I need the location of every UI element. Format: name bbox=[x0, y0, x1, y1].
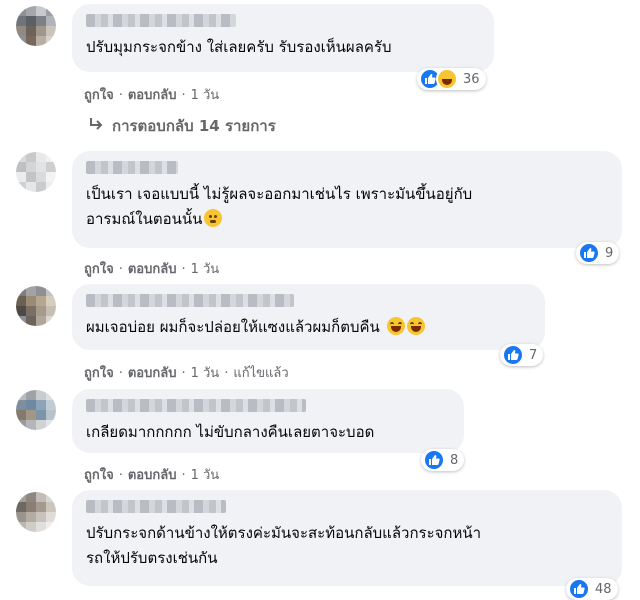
comment-bubble: ผมเจอบ่อย ผมก็จะปล่อยให้แซงแล้วผมก็ตบคืน bbox=[72, 284, 545, 350]
comment-bubble: เป็นเรา เจอแบบนี้ ไม่รู้ผลจะออกมาเช่นไร … bbox=[72, 151, 622, 248]
reaction-count: 8 bbox=[450, 452, 459, 468]
timestamp[interactable]: 1 วัน bbox=[191, 88, 220, 103]
comment-text: ผมเจอบ่อย ผมก็จะปล่อยให้แซงแล้วผมก็ตบคืน bbox=[86, 315, 533, 340]
comment-actions: ถูกใจ · ตอบกลับ · 1 วัน · แก้ไขแล้ว bbox=[84, 366, 289, 381]
reaction-summary[interactable]: 48 bbox=[566, 578, 618, 600]
haha-reaction-icon bbox=[436, 68, 458, 90]
reaction-summary[interactable]: 9 bbox=[576, 242, 620, 264]
reply-link[interactable]: ตอบกลับ bbox=[128, 366, 177, 381]
reaction-summary[interactable]: 36 bbox=[417, 68, 486, 90]
like-reaction-icon bbox=[502, 344, 524, 366]
timestamp[interactable]: 1 วัน bbox=[191, 468, 220, 483]
view-replies-link[interactable]: การตอบกลับ 14 รายการ bbox=[88, 114, 276, 138]
comment-actions: ถูกใจ · ตอบกลับ · 1 วัน bbox=[84, 88, 220, 103]
commenter-name[interactable] bbox=[86, 14, 236, 27]
avatar[interactable] bbox=[16, 390, 56, 430]
comment-text: เป็นเรา เจอแบบนี้ ไม่รู้ผลจะออกมาเช่นไร … bbox=[86, 185, 473, 228]
like-reaction-icon bbox=[568, 578, 590, 600]
laughing-face-emoji bbox=[386, 317, 405, 335]
like-link[interactable]: ถูกใจ bbox=[84, 262, 114, 277]
reaction-summary[interactable]: 7 bbox=[500, 344, 544, 366]
laughing-face-emoji bbox=[406, 317, 425, 335]
reply-arrow-icon bbox=[88, 117, 104, 135]
like-link[interactable]: ถูกใจ bbox=[84, 366, 114, 381]
reaction-count: 7 bbox=[529, 347, 538, 363]
comment-bubble: ปรับกระจกด้านข้างให้ตรงค่ะมันจะสะท้อนกลั… bbox=[72, 490, 622, 586]
commenter-name[interactable] bbox=[86, 161, 178, 174]
worried-face-emoji bbox=[204, 209, 223, 227]
reaction-count: 36 bbox=[463, 71, 480, 87]
reaction-count: 9 bbox=[605, 245, 614, 261]
reply-link[interactable]: ตอบกลับ bbox=[128, 468, 177, 483]
reply-link[interactable]: ตอบกลับ bbox=[128, 262, 177, 277]
timestamp[interactable]: 1 วัน bbox=[191, 262, 220, 277]
commenter-name[interactable] bbox=[86, 399, 306, 412]
avatar[interactable] bbox=[16, 492, 56, 532]
like-link[interactable]: ถูกใจ bbox=[84, 468, 114, 483]
like-link[interactable]: ถูกใจ bbox=[84, 88, 114, 103]
comment-actions: ถูกใจ · ตอบกลับ · 1 วัน bbox=[84, 262, 220, 277]
commenter-name[interactable] bbox=[86, 294, 294, 307]
reply-link[interactable]: ตอบกลับ bbox=[128, 88, 177, 103]
avatar[interactable] bbox=[16, 286, 56, 326]
avatar[interactable] bbox=[16, 152, 56, 192]
timestamp[interactable]: 1 วัน bbox=[191, 366, 220, 381]
like-reaction-icon bbox=[578, 242, 600, 264]
comment-bubble: ปรับมุมกระจกข้าง ใส่เลยครับ รับรองเห็นผล… bbox=[72, 4, 494, 72]
comment-text: เกลียดมากกกกก ไม่ขับกลางคืนเลยตาจะบอด bbox=[86, 423, 375, 441]
commenter-name[interactable] bbox=[86, 500, 226, 513]
avatar[interactable] bbox=[16, 6, 56, 46]
comment-text: ปรับมุมกระจกข้าง ใส่เลยครับ รับรองเห็นผล… bbox=[86, 38, 392, 56]
comment-text: ปรับกระจกด้านข้างให้ตรงค่ะมันจะสะท้อนกลั… bbox=[86, 524, 482, 567]
comment-bubble: เกลียดมากกกกก ไม่ขับกลางคืนเลยตาจะบอด bbox=[72, 389, 464, 453]
view-replies-label: การตอบกลับ 14 รายการ bbox=[112, 117, 276, 135]
reaction-count: 48 bbox=[595, 581, 612, 597]
reaction-summary[interactable]: 8 bbox=[421, 449, 465, 471]
like-reaction-icon bbox=[423, 449, 445, 471]
comment-actions: ถูกใจ · ตอบกลับ · 1 วัน bbox=[84, 468, 220, 483]
edited-label[interactable]: แก้ไขแล้ว bbox=[233, 366, 288, 381]
